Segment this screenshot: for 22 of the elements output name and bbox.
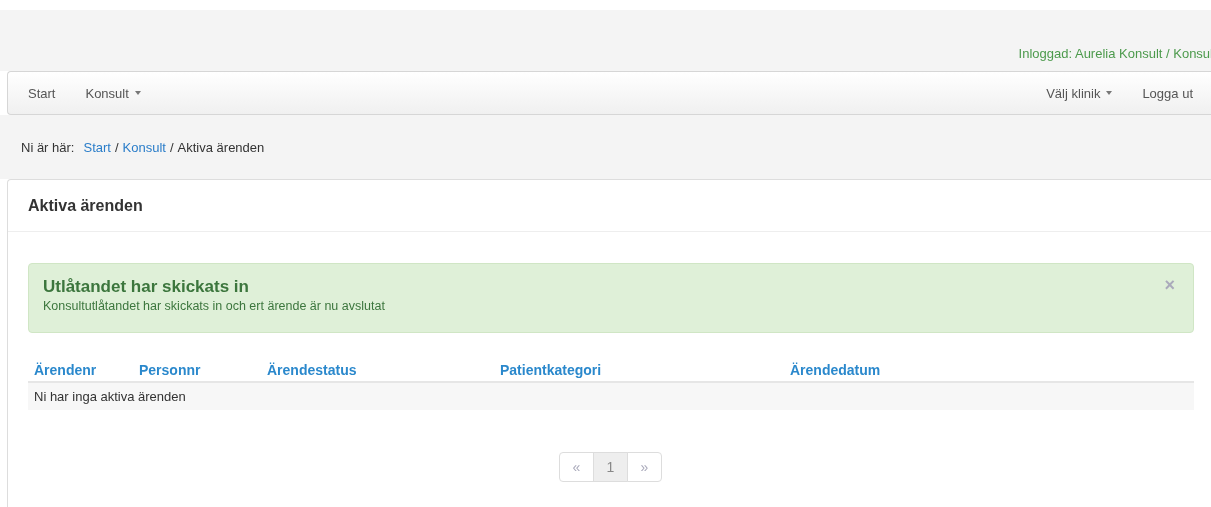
nav-link[interactable]: Start bbox=[8, 85, 71, 101]
column-header[interactable]: Patientkategori bbox=[500, 362, 790, 378]
alert-title: Utlåtandet har skickats in bbox=[43, 277, 250, 297]
alert-message: Konsultutlåtandet har skickats in och ert ärende är nu avslutat bbox=[43, 299, 385, 313]
breadcrumb-label: Ni är här: bbox=[21, 139, 75, 155]
nav-link[interactable]: Logga ut bbox=[1127, 85, 1211, 101]
close-button[interactable]: × bbox=[1160, 274, 1179, 296]
column-header[interactable]: Ärendenr bbox=[34, 362, 139, 378]
nav-link[interactable]: Välj klinik bbox=[1031, 85, 1128, 101]
column-header[interactable]: Personnr bbox=[139, 362, 267, 378]
breadcrumb-link[interactable]: Konsult bbox=[122, 139, 166, 155]
nav-link[interactable]: Konsult bbox=[70, 85, 156, 101]
login-status: Inloggad: Aurelia Konsult / Konsul bbox=[1018, 46, 1211, 63]
breadcrumb-link[interactable]: Start bbox=[83, 139, 111, 155]
empty-message: Ni har inga aktiva ärenden bbox=[34, 389, 186, 404]
breadcrumb-separator: / bbox=[169, 139, 174, 155]
panel-title: Aktiva ärenden bbox=[28, 196, 143, 215]
column-header[interactable]: Ärendestatus bbox=[267, 362, 500, 378]
breadcrumb-current: Aktiva ärenden bbox=[177, 139, 265, 155]
column-header[interactable]: Ärendedatum bbox=[790, 362, 990, 378]
breadcrumb-separator: / bbox=[114, 139, 119, 155]
page-button[interactable]: 1 bbox=[593, 452, 628, 482]
